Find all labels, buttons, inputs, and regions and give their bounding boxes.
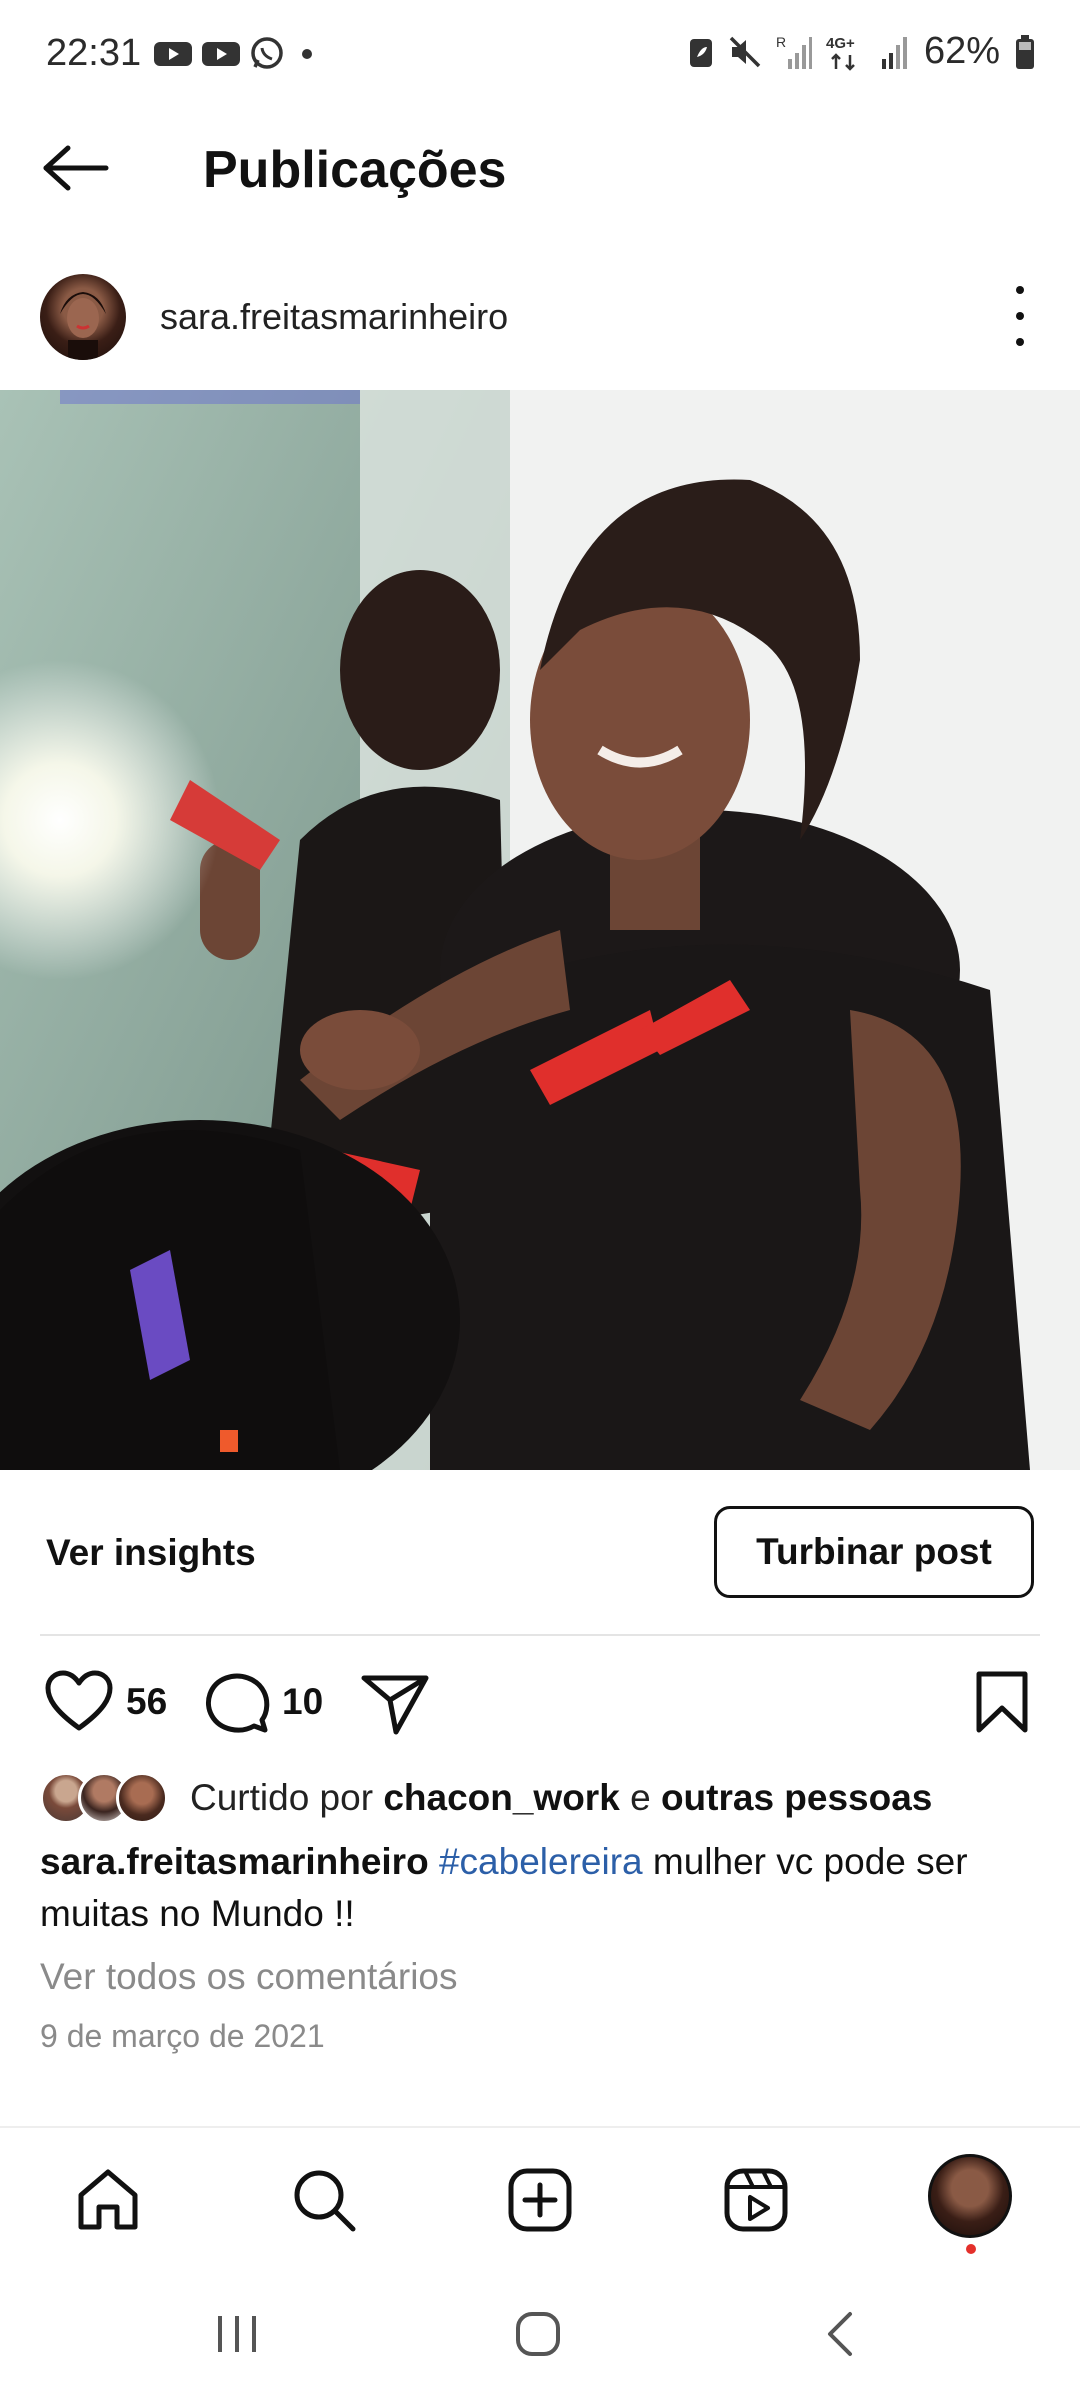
liker-avatar [116,1772,168,1824]
post-actions: 56 10 [0,1660,1080,1760]
top-app-bar: Publicações [0,110,1080,230]
nav-search[interactable] [288,2164,360,2236]
battery-saver-icon [689,38,712,67]
author-username[interactable]: sara.freitasmarinheiro [160,296,508,338]
home-system-button[interactable] [514,2310,562,2363]
post-photo [0,390,1080,1470]
view-insights-link[interactable]: Ver insights [46,1532,256,1574]
system-navigation-bar [0,2266,1080,2400]
liked-by-user[interactable]: chacon_work [383,1777,619,1818]
youtube-icon [202,42,240,66]
liked-by-row[interactable]: Curtido por chacon_work e outras pessoas [40,1768,932,1828]
status-bar: 22:31 R 4G+ 62% [0,0,1080,110]
recent-apps-icon [218,2316,256,2352]
status-time: 22:31 [46,32,142,74]
back-system-button[interactable] [820,2310,860,2363]
bottom-navigation [0,2126,1080,2266]
nav-home[interactable] [72,2164,144,2236]
home-circle-icon [516,2312,560,2356]
status-notification-icons [153,36,317,72]
roaming-signal-icon: R [776,34,812,69]
avatar-face [60,292,106,360]
whatsapp-icon [251,37,283,69]
liked-by-connector: e [630,1777,651,1818]
comment-icon[interactable] [202,1670,270,1734]
reels-icon [724,2168,788,2232]
post-image[interactable] [0,390,1080,1470]
profile-avatar [928,2154,1012,2238]
arrow-left-icon [43,145,109,191]
roaming-label: R [776,34,786,50]
view-all-comments-link[interactable]: Ver todos os comentários [40,1956,458,1998]
more-dot [1016,312,1024,320]
plus-square-icon [508,2168,572,2232]
likes-count[interactable]: 56 [126,1681,167,1723]
dot-icon [302,49,312,59]
divider [40,1634,1040,1636]
youtube-icon [154,42,192,66]
status-system-icons: R 4G+ 62% [688,30,1036,73]
page-title: Publicações [203,141,507,199]
post-date: 9 de março de 2021 [40,2018,325,2054]
battery-icon [1016,34,1034,69]
caption-username[interactable]: sara.freitasmarinheiro [40,1841,429,1882]
post-insights-row: Ver insights Turbinar post [0,1470,1080,1634]
caption-hashtag[interactable]: #cabelereira [439,1841,643,1882]
heart-icon[interactable] [44,1670,114,1734]
mute-icon [729,36,761,67]
nav-create[interactable] [504,2164,576,2236]
search-icon [294,2170,356,2232]
boost-post-button[interactable]: Turbinar post [714,1506,1034,1598]
share-action[interactable] [360,1672,430,1736]
more-dot [1016,338,1024,346]
nav-reels[interactable] [720,2164,792,2236]
comments-count[interactable]: 10 [282,1681,323,1723]
chevron-left-icon [828,2312,852,2356]
home-icon [78,2169,138,2230]
network-type-label: 4G+ [826,35,855,52]
liked-by-text: Curtido por chacon_work e outras pessoas [190,1777,932,1819]
post-caption: sara.freitasmarinheiro #cabelereira mulh… [40,1836,1040,1940]
comment-action: 10 [202,1670,323,1734]
save-action[interactable] [974,1670,1030,1734]
signal-icon [881,36,907,69]
like-action: 56 [44,1670,167,1734]
liked-by-prefix: Curtido por [190,1777,374,1818]
liked-by-others[interactable]: outras pessoas [661,1777,932,1818]
more-vertical-icon [1016,286,1024,294]
notification-dot [966,2244,976,2254]
author-avatar[interactable] [40,274,126,360]
network-type-icon: 4G+ [826,35,855,71]
back-button[interactable] [40,138,120,198]
send-icon[interactable] [360,1672,430,1736]
post-header: sara.freitasmarinheiro [0,260,1080,370]
recent-apps-button[interactable] [212,2310,262,2363]
more-options-button[interactable] [1010,286,1030,346]
bookmark-icon[interactable] [974,1670,1030,1734]
nav-profile[interactable] [928,2154,1012,2238]
battery-percentage: 62% [923,30,1000,72]
